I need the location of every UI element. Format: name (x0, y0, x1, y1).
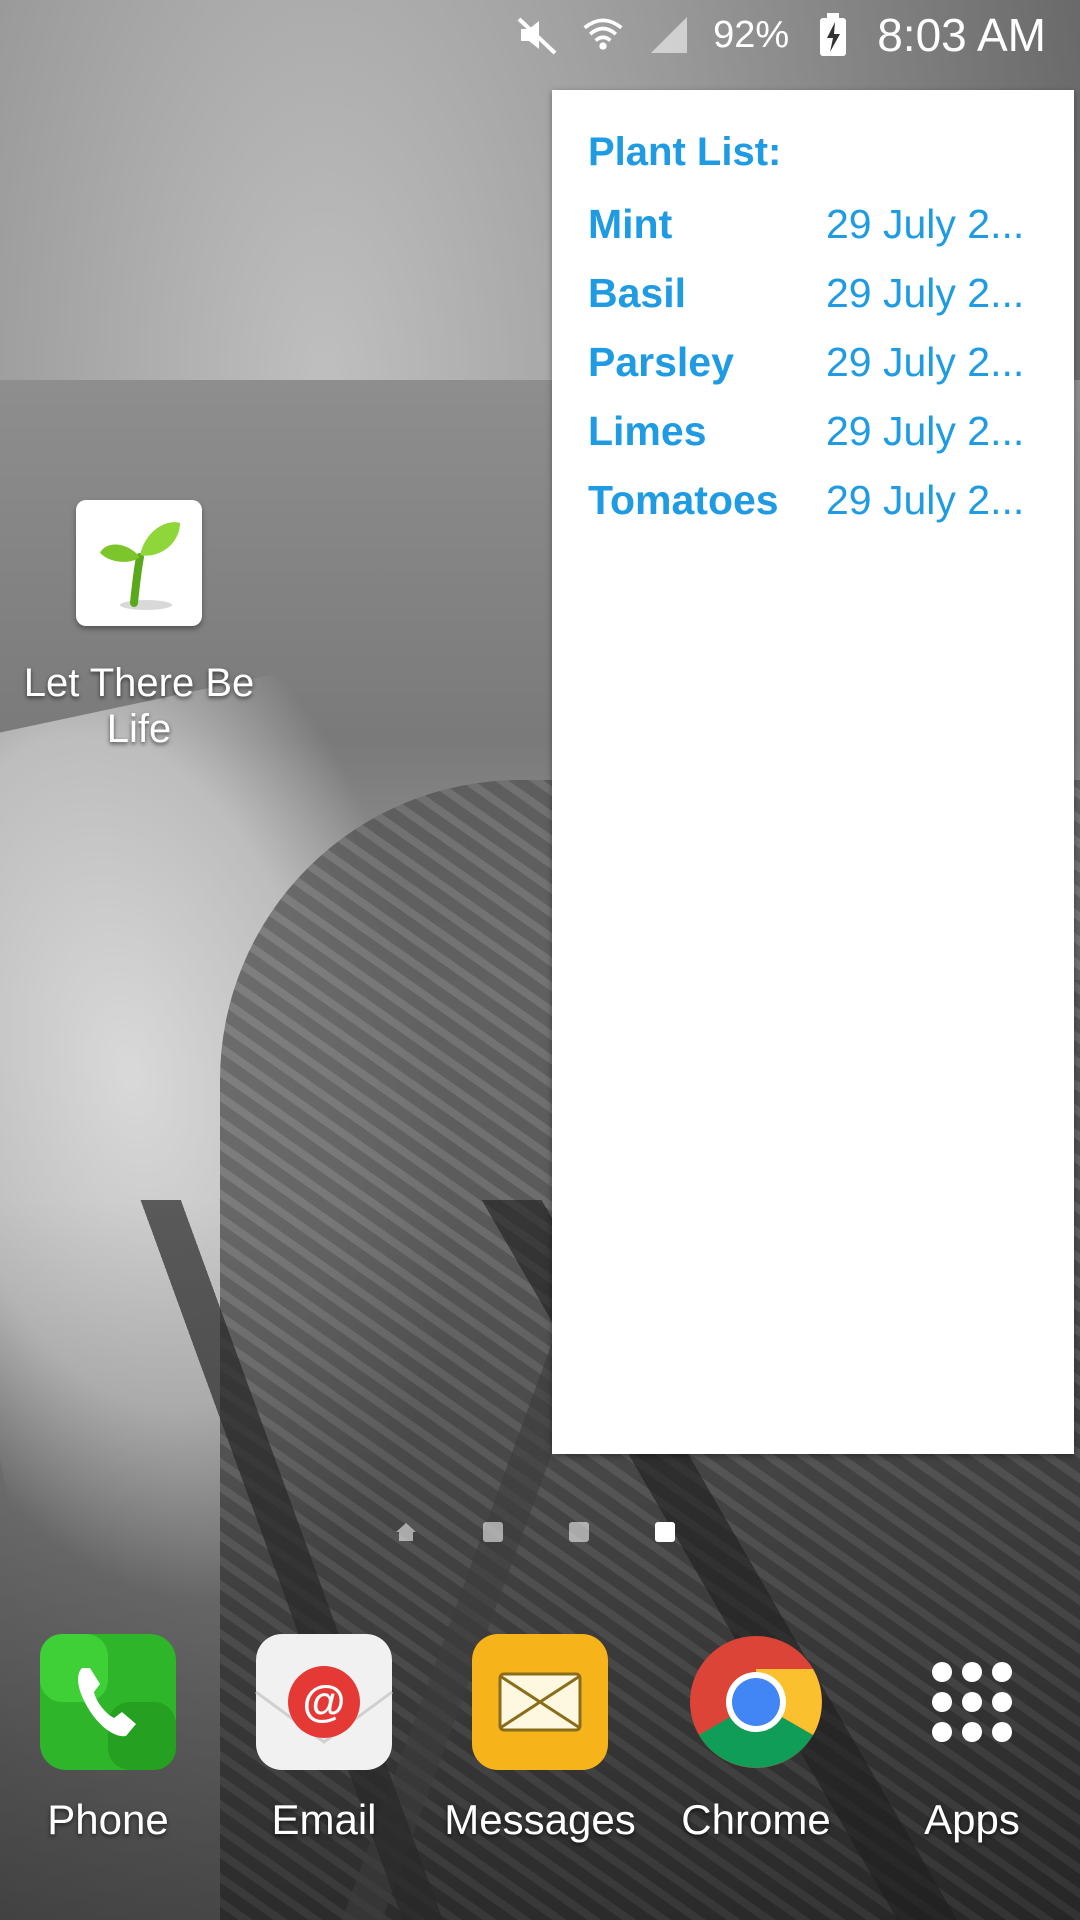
battery-percent: 92% (713, 13, 790, 56)
dock-item-label: Email (271, 1796, 377, 1843)
plant-date: 29 July 2... (826, 201, 1025, 247)
page-dot[interactable] (483, 1522, 503, 1542)
plant-list: Mint 29 July 2... Basil 29 July 2... Par… (588, 190, 1050, 535)
mute-icon (515, 13, 559, 57)
page-indicator (395, 1522, 675, 1542)
plant-row[interactable]: Basil 29 July 2... (588, 259, 1050, 328)
plant-date: 29 July 2... (826, 339, 1025, 385)
wifi-icon (581, 13, 625, 57)
page-dot-active[interactable] (655, 1522, 675, 1542)
dock-item-messages[interactable]: Messages (440, 1632, 640, 1844)
home-page-icon[interactable] (395, 1522, 417, 1542)
plant-name: Limes (588, 408, 707, 454)
page-dot[interactable] (569, 1522, 589, 1542)
plant-name: Parsley (588, 339, 734, 385)
plant-date: 29 July 2... (826, 270, 1025, 316)
dock-item-label: Phone (47, 1796, 169, 1843)
dock-item-phone[interactable]: Phone (8, 1632, 208, 1844)
dock-item-chrome[interactable]: Chrome (656, 1632, 856, 1844)
plant-row[interactable]: Mint 29 July 2... (588, 190, 1050, 259)
plant-list-widget[interactable]: Plant List: Mint 29 July 2... Basil 29 J… (552, 90, 1074, 1454)
status-bar: 92% 8:03 AM (0, 0, 1080, 70)
app-shortcut-label: Let There Be Life (23, 661, 255, 751)
plant-row[interactable]: Tomatoes 29 July 2... (588, 466, 1050, 535)
dock: Phone @ Email Messages Chrome Apps (0, 1632, 1080, 1862)
plant-date: 29 July 2... (826, 477, 1025, 523)
plant-name: Tomatoes (588, 477, 779, 523)
dock-item-apps[interactable]: Apps (872, 1632, 1072, 1844)
app-shortcut-let-there-be-life[interactable]: Let There Be Life (14, 500, 264, 752)
dock-item-label: Chrome (681, 1796, 831, 1843)
plant-name: Basil (588, 270, 686, 316)
email-at-icon: @ (254, 1632, 394, 1772)
widget-title: Plant List: (588, 130, 782, 174)
plant-date: 29 July 2... (826, 408, 1025, 454)
dock-item-email[interactable]: @ Email (224, 1632, 424, 1844)
phone-icon (38, 1632, 178, 1772)
signal-icon (647, 13, 691, 57)
dock-item-label: Messages (444, 1796, 636, 1843)
dock-item-label: Apps (924, 1796, 1020, 1843)
messages-envelope-icon (470, 1632, 610, 1772)
plant-sprout-icon (76, 500, 202, 626)
plant-row[interactable]: Parsley 29 July 2... (588, 328, 1050, 397)
svg-text:@: @ (303, 1677, 346, 1726)
plant-row[interactable]: Limes 29 July 2... (588, 397, 1050, 466)
apps-grid-icon (902, 1632, 1042, 1772)
plant-name: Mint (588, 201, 673, 247)
chrome-icon (686, 1632, 826, 1772)
clock: 8:03 AM (877, 9, 1046, 61)
battery-charging-icon (811, 13, 855, 57)
